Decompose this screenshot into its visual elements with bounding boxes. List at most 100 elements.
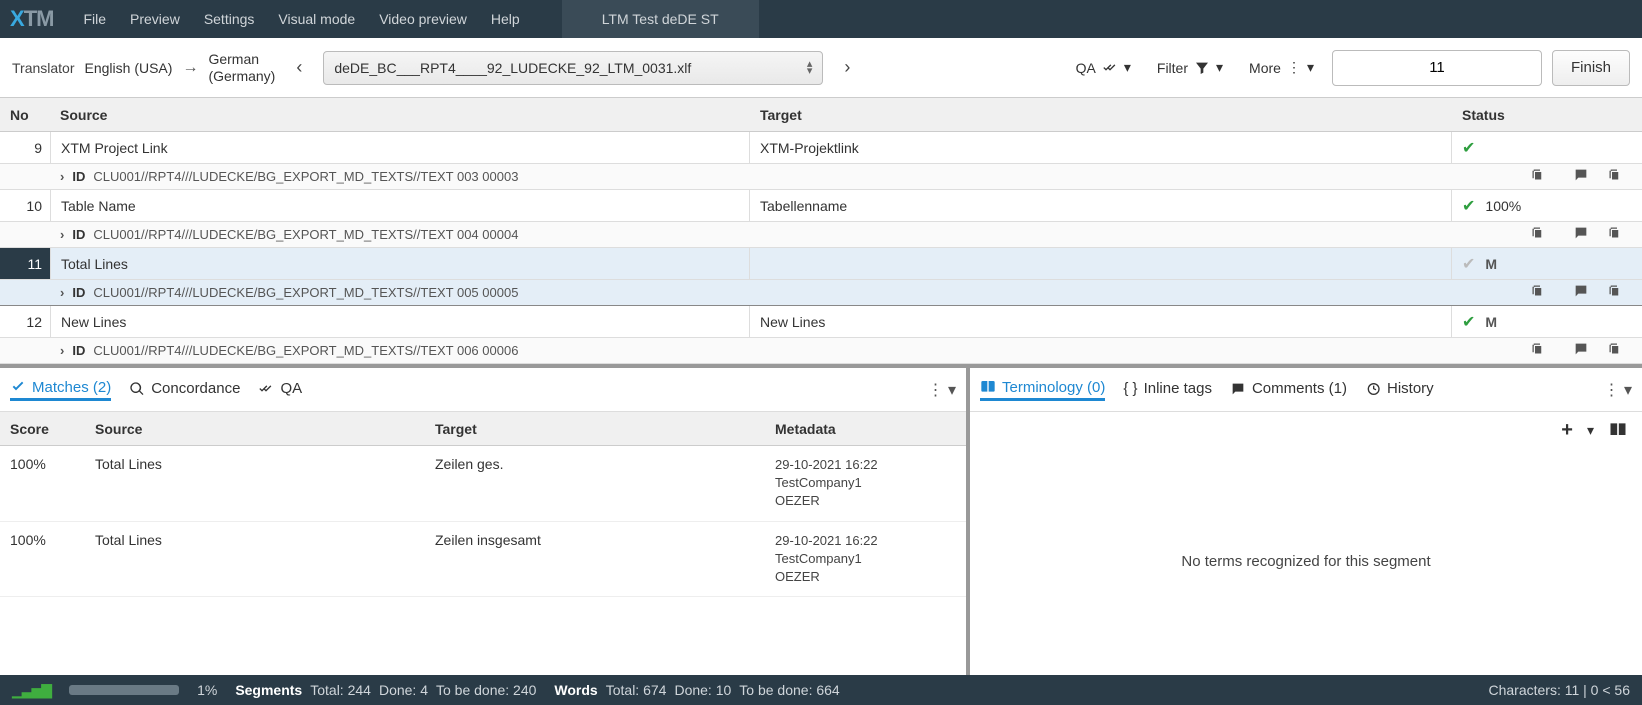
tab-qa-label: QA (280, 380, 302, 397)
copy-icon[interactable] (1530, 283, 1545, 302)
comment-icon[interactable] (1573, 225, 1589, 245)
segment-row[interactable]: 9XTM Project LinkXTM-Projektlink✔ (0, 132, 1642, 164)
stack-icon[interactable] (1607, 283, 1622, 302)
match-row[interactable]: 100%Total LinesZeilen insgesamt29-10-202… (0, 522, 966, 598)
stack-icon[interactable] (1607, 341, 1622, 360)
match-score: 100% (0, 456, 85, 511)
segment-status: ✔M (1452, 312, 1642, 332)
filter-dropdown[interactable]: Filter ▾ (1149, 59, 1231, 76)
tab-concordance-label: Concordance (151, 380, 240, 397)
segment-id-text: CLU001//RPT4///LUDECKE/BG_EXPORT_MD_TEXT… (93, 169, 518, 184)
right-panel-menu[interactable]: ⋮ ▾ (1604, 380, 1632, 400)
match-metadata: 29-10-2021 16:22TestCompany1OEZER (755, 456, 966, 511)
left-panel-menu[interactable]: ⋮ ▾ (928, 380, 956, 400)
bottom-panels: Matches (2) Concordance QA ⋮ ▾ Score Sou… (0, 364, 1642, 675)
menu-file[interactable]: File (71, 0, 118, 38)
segment-id-row: › ID CLU001//RPT4///LUDECKE/BG_EXPORT_MD_T… (0, 164, 1642, 190)
menu-help[interactable]: Help (479, 0, 532, 38)
funnel-icon (1194, 60, 1210, 76)
segment-source: Total Lines (50, 248, 750, 279)
menu-video-preview[interactable]: Video preview (367, 0, 479, 38)
finish-button[interactable]: Finish (1552, 50, 1630, 86)
chevron-right-icon[interactable]: › (60, 227, 64, 242)
target-language: German (Germany) (208, 51, 275, 85)
prev-file-button[interactable]: ‹ (285, 54, 313, 82)
chevron-right-icon[interactable]: › (60, 343, 64, 358)
match-row[interactable]: 100%Total LinesZeilen ges.29-10-2021 16:… (0, 446, 966, 522)
updown-icon: ▴▾ (807, 61, 813, 75)
menu-visual-mode[interactable]: Visual mode (266, 0, 367, 38)
kebab-icon: ⋮ (1287, 59, 1301, 76)
matches-body: 100%Total LinesZeilen ges.29-10-2021 16:… (0, 446, 966, 597)
menu-settings[interactable]: Settings (192, 0, 267, 38)
add-term-button[interactable]: + (1561, 419, 1573, 442)
chevron-right-icon[interactable]: › (60, 285, 64, 300)
segment-target[interactable]: New Lines (750, 306, 1452, 337)
tab-inline-tags-label: Inline tags (1144, 380, 1212, 397)
tab-matches[interactable]: Matches (2) (10, 379, 111, 401)
more-dropdown[interactable]: More ⋮ ▾ (1241, 59, 1322, 76)
chevron-right-icon[interactable]: › (60, 169, 64, 184)
copy-icon[interactable] (1530, 225, 1545, 244)
segment-id-text: CLU001//RPT4///LUDECKE/BG_EXPORT_MD_TEXT… (93, 285, 518, 300)
tab-history-label: History (1387, 380, 1434, 397)
comment-icon[interactable] (1573, 167, 1589, 187)
tab-concordance[interactable]: Concordance (129, 380, 240, 399)
segment-target[interactable]: XTM-Projektlink (750, 132, 1452, 163)
segment-id-text: CLU001//RPT4///LUDECKE/BG_EXPORT_MD_TEXT… (93, 227, 518, 242)
caret-down-icon: ▾ (1307, 59, 1314, 76)
arrow-right-icon: → (182, 59, 198, 77)
segment-number-input[interactable] (1332, 50, 1542, 86)
segment-status: ✔100% (1452, 196, 1642, 216)
id-label: ID (72, 169, 85, 184)
tab-matches-label: Matches (2) (32, 379, 111, 396)
segment-target[interactable] (750, 248, 1452, 279)
terminology-empty-message: No terms recognized for this segment (970, 448, 1642, 675)
tab-history[interactable]: History (1365, 380, 1434, 399)
double-check-icon (258, 381, 274, 397)
language-pair: English (USA) → German (Germany) (85, 51, 276, 85)
match-score: 100% (0, 532, 85, 587)
next-file-button[interactable]: › (833, 54, 861, 82)
segment-row[interactable]: 10Table NameTabellenname✔100% (0, 190, 1642, 222)
tab-inline-tags[interactable]: { } Inline tags (1123, 380, 1212, 399)
status-check-icon: ✔ (1462, 138, 1475, 158)
comment-icon[interactable] (1573, 283, 1589, 303)
file-selector[interactable]: deDE_BC___RPT4____92_LUDECKE_92_LTM_0031… (323, 51, 823, 85)
more-label: More (1249, 60, 1281, 76)
header-source: Source (50, 107, 750, 123)
segment-target[interactable]: Tabellenname (750, 190, 1452, 221)
tab-qa[interactable]: QA (258, 380, 302, 399)
mh-target: Target (425, 421, 755, 437)
segment-row[interactable]: 11Total Lines✔M (0, 248, 1642, 280)
copy-icon[interactable] (1530, 341, 1545, 360)
comment-icon[interactable] (1573, 341, 1589, 361)
terminology-panel: Terminology (0) { } Inline tags Comments… (970, 368, 1642, 675)
caret-down-icon: ▾ (1216, 59, 1223, 76)
words-tbd: To be done: 664 (739, 682, 839, 698)
book-open-icon[interactable] (1608, 420, 1628, 440)
segment-status: ✔ (1452, 138, 1642, 158)
tab-comments[interactable]: Comments (1) (1230, 380, 1347, 399)
segment-row[interactable]: 12New LinesNew Lines✔M (0, 306, 1642, 338)
progress-bar (69, 685, 179, 695)
caret-down-icon: ▾ (1124, 59, 1131, 76)
stack-icon[interactable] (1607, 225, 1622, 244)
double-check-icon (1102, 60, 1118, 76)
app-logo: XTM (10, 6, 53, 32)
comment-icon (1230, 381, 1246, 397)
matches-header: Score Source Target Metadata (0, 412, 966, 446)
segment-source: XTM Project Link (50, 132, 750, 163)
segments-done: Done: 4 (379, 682, 428, 698)
caret-down-icon[interactable]: ▾ (1587, 422, 1594, 439)
grid-body: 9XTM Project LinkXTM-Projektlink✔›IDCLU0… (0, 132, 1642, 364)
menu-preview[interactable]: Preview (118, 0, 192, 38)
tab-terminology[interactable]: Terminology (0) (980, 379, 1105, 401)
words-label: Words (554, 682, 597, 698)
copy-icon[interactable] (1530, 167, 1545, 186)
segments-total: Total: 244 (310, 682, 371, 698)
braces-icon: { } (1123, 380, 1137, 397)
book-icon (980, 379, 996, 395)
stack-icon[interactable] (1607, 167, 1622, 186)
qa-dropdown[interactable]: QA ▾ (1068, 59, 1139, 76)
